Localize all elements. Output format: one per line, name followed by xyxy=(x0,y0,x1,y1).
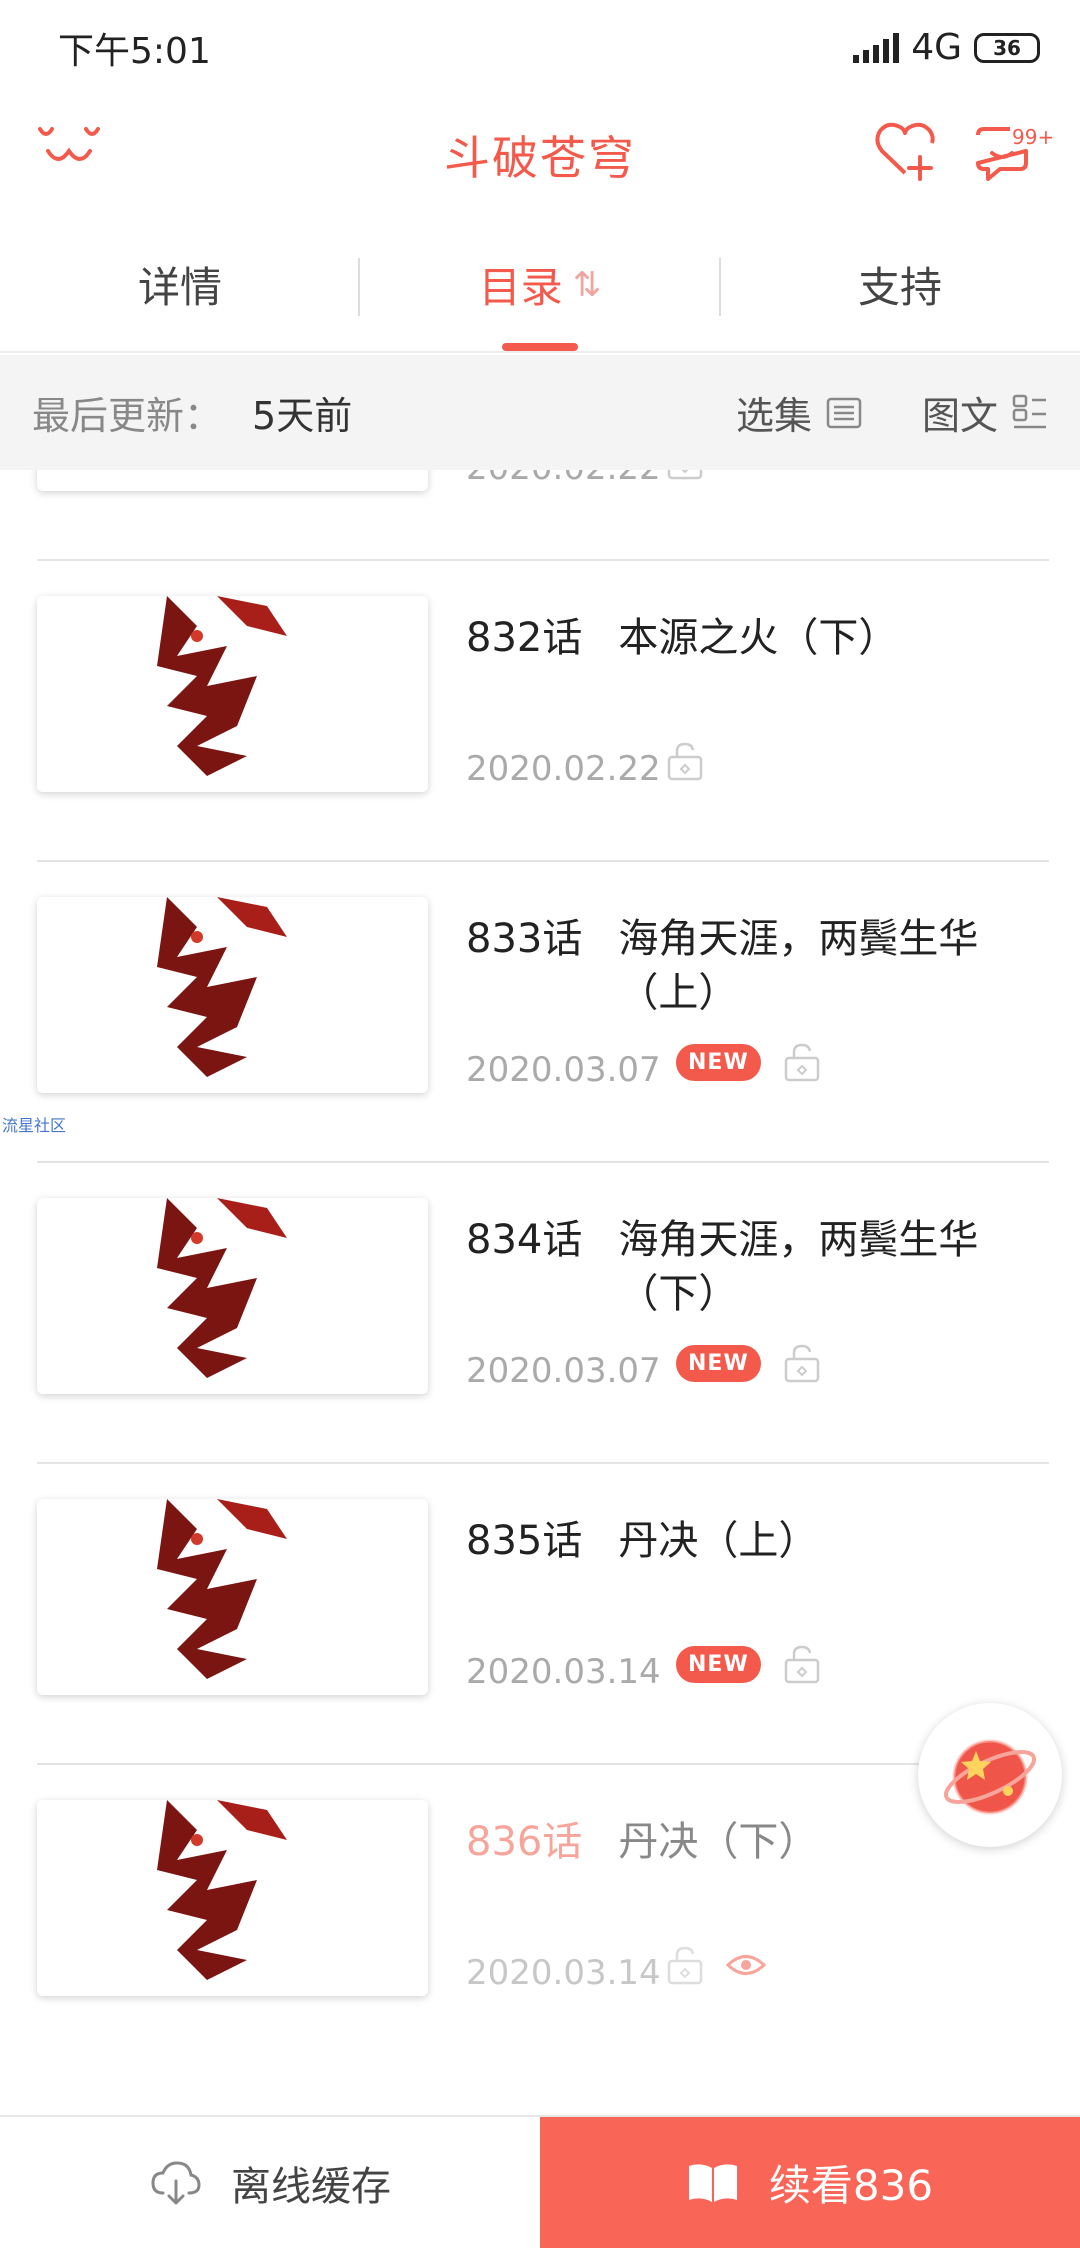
episode-number: 832话 xyxy=(466,615,583,661)
new-badge: NEW xyxy=(676,1344,761,1382)
episode-title: 835话 丹决（上） xyxy=(466,1514,818,1568)
episode-title: 832话 本源之火（下） xyxy=(466,611,898,665)
episode-date: 2020.03.07 xyxy=(466,1050,661,1090)
active-tab-indicator xyxy=(502,343,578,351)
cover-calligraphy-image xyxy=(157,897,287,1077)
episode-row[interactable]: 2020.02.22 xyxy=(0,470,1080,561)
episode-status xyxy=(666,741,704,781)
episode-status xyxy=(666,470,704,480)
episode-date: 2020.02.22 xyxy=(466,749,661,789)
planet-fab-button[interactable] xyxy=(918,1703,1062,1847)
last-update-value: 5天前 xyxy=(252,394,353,438)
comic-title: 斗破苍穹 xyxy=(444,131,636,185)
episode-status: NEW xyxy=(676,1644,821,1684)
episode-thumbnail xyxy=(37,1800,428,1996)
episode-row[interactable]: 835话 丹决（上） 2020.03.14 NEW xyxy=(0,1464,1080,1765)
episode-number: 835话 xyxy=(466,1518,583,1564)
episode-status: NEW xyxy=(676,1042,821,1082)
layout-label: 图文 xyxy=(921,394,998,438)
tab-catalog[interactable]: 目录 ⇅ xyxy=(360,218,720,351)
episode-title: 834话 海角天涯，两鬓生华（下） xyxy=(466,1213,1018,1321)
eye-icon xyxy=(726,1955,766,1975)
continue-reading-button[interactable]: 续看836 xyxy=(540,2117,1080,2248)
episode-status xyxy=(666,1945,766,1985)
message-badge: 99+ xyxy=(1012,125,1055,149)
cover-calligraphy-image xyxy=(157,1499,287,1679)
unlock-icon xyxy=(784,1344,819,1383)
episode-number: 834话 xyxy=(466,1217,583,1263)
tab-details[interactable]: 详情 xyxy=(0,218,360,351)
episode-row[interactable]: 832话 本源之火（下） 2020.02.22 xyxy=(0,561,1080,862)
episode-number: 836话 xyxy=(466,1819,583,1865)
cover-calligraphy-image xyxy=(157,596,287,776)
network-type: 4G xyxy=(911,27,962,68)
cover-calligraphy-image xyxy=(157,1198,287,1378)
unlock-icon xyxy=(667,742,703,781)
tab-divider xyxy=(719,258,721,316)
continue-reading-label: 续看836 xyxy=(768,2161,934,2210)
episode-thumbnail xyxy=(37,596,428,792)
episode-row-current[interactable]: 836话 丹决（下） 2020.03.14 xyxy=(0,1765,1080,2066)
unlock-icon xyxy=(784,1645,819,1684)
episode-date: 2020.02.22 xyxy=(466,470,661,488)
cloud-download-icon xyxy=(151,2160,201,2204)
unlock-icon xyxy=(667,1946,703,1985)
episode-row[interactable]: 834话 海角天涯，两鬓生华（下） 2020.03.07 NEW xyxy=(0,1163,1080,1464)
episode-row[interactable]: 833话 海角天涯，两鬓生华（上） 2020.03.07 NEW xyxy=(0,862,1080,1163)
episode-name: 丹决（下） xyxy=(618,1819,819,1865)
episode-title: 836话 丹决（下） xyxy=(466,1815,818,1869)
select-episode-label: 选集 xyxy=(735,394,812,438)
favorite-add-icon[interactable] xyxy=(872,117,938,183)
list-icon xyxy=(826,397,862,428)
tab-support[interactable]: 支持 xyxy=(720,218,1080,351)
grid-layout-icon xyxy=(1012,394,1046,428)
battery-icon: 36 xyxy=(974,32,1040,63)
cover-calligraphy-image xyxy=(157,1800,287,1980)
episode-name: 海角天涯，两鬓生华（上） xyxy=(618,916,979,1016)
episode-thumbnail xyxy=(37,897,428,1093)
episode-date: 2020.03.14 xyxy=(466,1953,661,1993)
top-nav: 斗破苍穹 99+ xyxy=(0,95,1080,215)
sort-icon[interactable]: ⇅ xyxy=(573,265,602,305)
layout-toggle-button[interactable]: 图文 xyxy=(922,385,1048,440)
tab-details-label: 详情 xyxy=(137,263,222,312)
status-icons: 4G 36 xyxy=(853,27,1040,68)
episode-status: NEW xyxy=(676,1343,821,1383)
new-badge: NEW xyxy=(676,1645,761,1683)
episode-list: 2020.02.22 832话本源之火（下） 2020.02.22 xyxy=(0,470,1080,2115)
episode-thumbnail xyxy=(37,1499,428,1695)
watermark-text: 流星社区 xyxy=(2,1116,67,1135)
episode-thumbnail xyxy=(37,470,428,491)
offline-cache-button[interactable]: 离线缓存 xyxy=(0,2117,540,2248)
status-time: 下午5:01 xyxy=(58,30,211,72)
signal-icon xyxy=(853,32,900,63)
episode-title: 833话 海角天涯，两鬓生华（上） xyxy=(466,912,1018,1020)
unlock-icon xyxy=(784,1043,819,1082)
episode-number: 833话 xyxy=(466,916,583,962)
episode-name: 本源之火（下） xyxy=(618,615,899,661)
update-info-bar: 最后更新： 5天前 选集 图文 xyxy=(0,355,1080,470)
episode-thumbnail xyxy=(37,1198,428,1394)
episode-name: 丹决（上） xyxy=(618,1518,819,1564)
select-episode-button[interactable]: 选集 xyxy=(736,385,862,440)
episode-name: 海角天涯，两鬓生华（下） xyxy=(618,1217,979,1317)
unlock-icon xyxy=(667,470,703,480)
open-book-icon xyxy=(688,2163,737,2202)
last-update-label: 最后更新： xyxy=(32,394,223,438)
bottom-action-bar: 离线缓存 续看836 xyxy=(0,2115,1080,2248)
tab-catalog-label: 目录 xyxy=(478,263,563,312)
episode-date: 2020.03.14 xyxy=(466,1652,661,1692)
status-bar: 下午5:01 4G 36 xyxy=(0,0,1080,95)
new-badge: NEW xyxy=(676,1043,761,1081)
tab-bar: 详情 目录 ⇅ 支持 xyxy=(0,218,1080,353)
episode-date: 2020.03.07 xyxy=(466,1351,661,1391)
planet-star-icon xyxy=(943,1739,1037,1815)
tab-divider xyxy=(358,258,360,316)
tab-support-label: 支持 xyxy=(857,263,942,312)
battery-level: 36 xyxy=(993,35,1021,60)
offline-cache-label: 离线缓存 xyxy=(231,2163,391,2210)
back-face-icon[interactable] xyxy=(36,121,102,171)
